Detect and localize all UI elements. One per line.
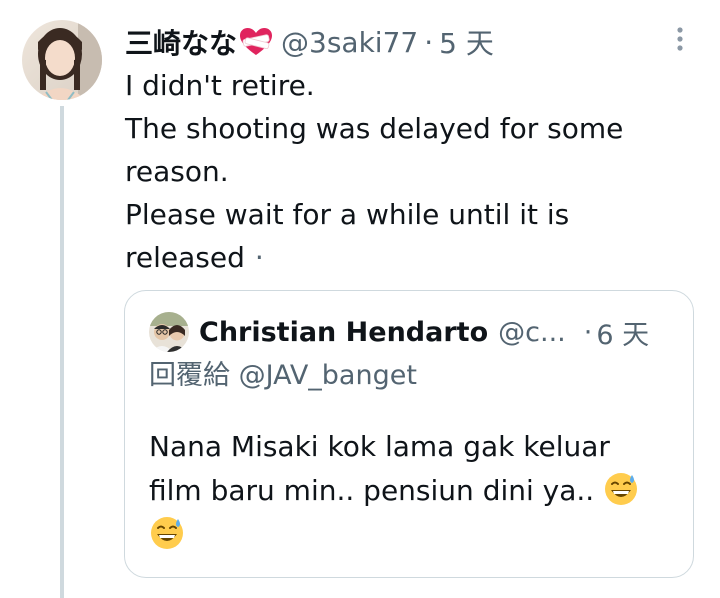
tweet-text-line: I didn't retire.	[125, 69, 315, 102]
quoted-author-handle[interactable]: @c...	[498, 317, 566, 348]
quoted-separator-dot: ·	[583, 316, 593, 348]
grinning-face-with-sweat-icon	[149, 515, 185, 551]
author-handle[interactable]: @3saki77	[281, 26, 418, 59]
quoted-text-segment: film baru min.. pensiun dini ya..	[149, 474, 595, 507]
tweet-text-line: reason.	[125, 155, 229, 188]
quoted-tweet-timestamp[interactable]: 6 天	[596, 313, 649, 352]
quoted-text-line: Nana Misaki kok lama gak keluar	[149, 430, 610, 463]
quoted-author-display-name[interactable]: Christian Hendarto	[199, 317, 488, 348]
separator-dot: ·	[424, 25, 434, 59]
tweet-header: 三崎なな @3saki77 · 5 天	[125, 22, 494, 62]
quoted-text-line-emoji-only	[149, 513, 669, 557]
quoted-tweet-text: Nana Misaki kok lama gak keluar film bar…	[149, 425, 669, 557]
author-avatar[interactable]	[22, 20, 102, 100]
more-vertical-icon[interactable]	[670, 24, 690, 54]
tweet-text-last-segment: released	[125, 241, 245, 274]
trailing-dot: ·	[254, 241, 264, 274]
tweet-timestamp[interactable]: 5 天	[439, 22, 494, 62]
quoted-text-line-with-emoji: film baru min.. pensiun dini ya..	[149, 469, 669, 513]
quoted-tweet-card[interactable]: Christian Hendarto @c... · 6 天 回覆給 @JAV_…	[124, 290, 694, 578]
thread-line	[60, 106, 64, 598]
quoted-tweet-header: Christian Hendarto @c... · 6 天	[149, 311, 679, 353]
author-display-name[interactable]: 三崎なな	[125, 22, 237, 62]
tweet-text: I didn't retire. The shooting was delaye…	[125, 64, 685, 279]
heart-with-bandage-icon	[239, 27, 273, 57]
tweet-text-line: The shooting was delayed for some	[125, 112, 624, 145]
tweet-text-line-last: released ·	[125, 236, 685, 279]
grinning-face-with-sweat-icon	[603, 471, 639, 507]
reply-to-label[interactable]: 回覆給 @JAV_banget	[149, 353, 417, 392]
tweet-text-line: Please wait for a while until it is	[125, 198, 570, 231]
quoted-author-avatar[interactable]	[149, 312, 189, 352]
